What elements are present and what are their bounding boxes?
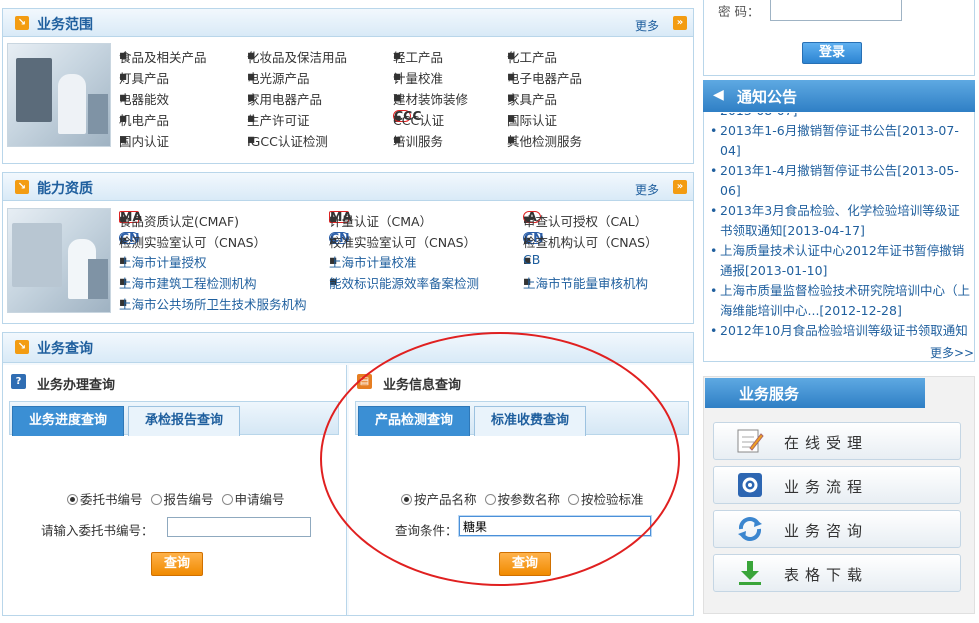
commission-no-input[interactable] [167,517,311,537]
commission-no-label: 请输入委托书编号： [41,523,154,538]
radio-application-no[interactable] [221,494,233,505]
business-info-query: ▤ 业务信息查询 产品检测查询 标准收费查询 按产品名称 按参数名称 按检验标准… [349,365,693,615]
lab-photo [7,43,111,147]
business-process-query: ? 业务办理查询 业务进度查询 承检报告查询 委托书编号 报告编号 申请编号 请… [3,365,347,615]
lab-photo [7,208,111,313]
list-item[interactable]: 上海质量技术认证中心2012年证书暂停撤销通报[2013-01-10] [708,241,970,281]
capability-more-link[interactable]: 更多 [635,181,659,198]
double-chevron-icon[interactable]: » [673,180,687,194]
tab-report-query[interactable]: 承检报告查询 [128,406,240,436]
notice-header: ◀ 通知公告 [703,80,975,112]
radio-by-product-name[interactable] [401,494,412,505]
query-header: ↘ 业务查询 [3,333,693,363]
refresh-icon [738,517,762,541]
list-item[interactable]: 2013年1-4月撤销暂停证书公告[2013-05-06] [708,161,970,201]
business-query-type: 委托书编号 报告编号 申请编号 [67,489,289,508]
list-item[interactable]: 上海市质量监督检验技术研究院培训中心（上海维能培训中心...[2012-12-2… [708,281,970,321]
capability-panel: ↘ 能力资质 更多 » ▪ MA 食品资质认定(CMAF) ▪ MA 计量认证（CMA）… [2,172,694,324]
service-label: 表格下载 [784,566,869,584]
gear-icon [738,473,762,497]
login-button[interactable]: 登录 [802,42,862,64]
business-process-button[interactable]: 业务流程 [713,466,961,504]
tab-standard-fee-query[interactable]: 标准收费查询 [474,406,586,436]
notice-title: 通知公告 [737,88,798,106]
business-consult-button[interactable]: 业务咨询 [713,510,961,548]
query-panel: ↘ 业务查询 ? 业务办理查询 业务进度查询 承检报告查询 委托书编号 报告编号… [2,332,694,616]
list-item[interactable]: 2013年3月食品检验、化学检验培训等级证书领取通知[2013-04-17] [708,201,970,241]
service-label: 业务流程 [784,478,869,496]
list-item[interactable]: 2012年10月食品检验培训等级证书领取通知 [708,321,970,341]
radio-commission-no[interactable] [67,494,78,505]
list-item[interactable]: 2013-08-07] [708,113,970,121]
arrow-icon: ↘ [15,16,29,30]
business-query-button[interactable]: 查询 [151,552,203,576]
business-info-query-title: 业务信息查询 [383,378,462,393]
info-query-button[interactable]: 查询 [499,552,551,576]
edit-document-icon [737,429,764,453]
password-label: 密 码： [718,4,760,19]
business-scope-title: 业务范围 [37,17,93,33]
password-input[interactable] [770,0,902,21]
tab-progress-query[interactable]: 业务进度查询 [12,406,124,436]
service-label: 业务咨询 [784,522,869,540]
capability-title: 能力资质 [37,181,93,197]
business-process-tabs: 业务进度查询 承检报告查询 [9,401,339,436]
query-condition-input[interactable] [459,516,651,536]
arrow-icon: ↘ [15,340,29,354]
business-info-tabs: 产品检测查询 标准收费查询 [355,401,689,436]
notice-list: 2013-08-07] 2013年1-6月撤销暂停证书公告[2013-07-04… [708,113,970,343]
login-box: 密 码： [703,0,975,76]
form-download-button[interactable]: 表格下载 [713,554,961,592]
business-scope-header: ↘ 业务范围 更多 » [3,9,693,37]
radio-by-test-standard[interactable] [568,494,579,505]
help-icon: ? [11,374,26,389]
notice-more-link[interactable]: 更多>> [930,344,974,361]
service-label: 在线受理 [784,434,869,452]
document-icon: ▤ [357,374,372,389]
capability-header: ↘ 能力资质 更多 » [3,173,693,201]
online-acceptance-button[interactable]: 在线受理 [713,422,961,460]
info-query-type: 按产品名称 按参数名称 按检验标准 [401,489,648,508]
list-item[interactable]: 2013年1-6月撤销暂停证书公告[2013-07-04] [708,121,970,161]
double-chevron-icon[interactable]: » [673,16,687,30]
tab-product-test-query[interactable]: 产品检测查询 [358,406,470,436]
download-icon [739,561,761,585]
business-scope-more-link[interactable]: 更多 [635,17,659,34]
arrow-icon: ↘ [15,180,29,194]
business-scope-panel: ↘ 业务范围 更多 » ▪ 食品及相关产品 ▪ 化妆品及保洁用品 ▪ 轻工产品 ▪ 化工… [2,8,694,164]
services-title: 业务服务 [739,385,800,403]
services-header: 业务服务 [705,378,925,408]
business-process-query-title: 业务办理查询 [37,378,116,393]
query-condition-label: 查询条件： [395,523,458,538]
radio-by-parameter-name[interactable] [484,494,496,505]
radio-report-no[interactable] [150,494,162,505]
query-title: 业务查询 [37,341,93,357]
speaker-icon: ◀ [713,87,724,103]
